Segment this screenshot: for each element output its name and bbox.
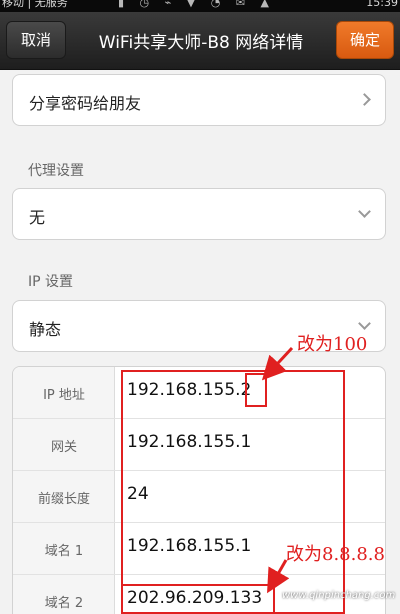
annotation-note-dns: 改为8.8.8.8 — [286, 544, 385, 565]
watermark-text: www.qinpinchang.com — [282, 590, 396, 601]
annotation-arrows — [261, 346, 294, 594]
arrow-to-ip-digit — [261, 346, 294, 381]
arrow-to-dns2 — [267, 559, 290, 594]
annotation-note-ip: 改为100 — [297, 334, 368, 355]
